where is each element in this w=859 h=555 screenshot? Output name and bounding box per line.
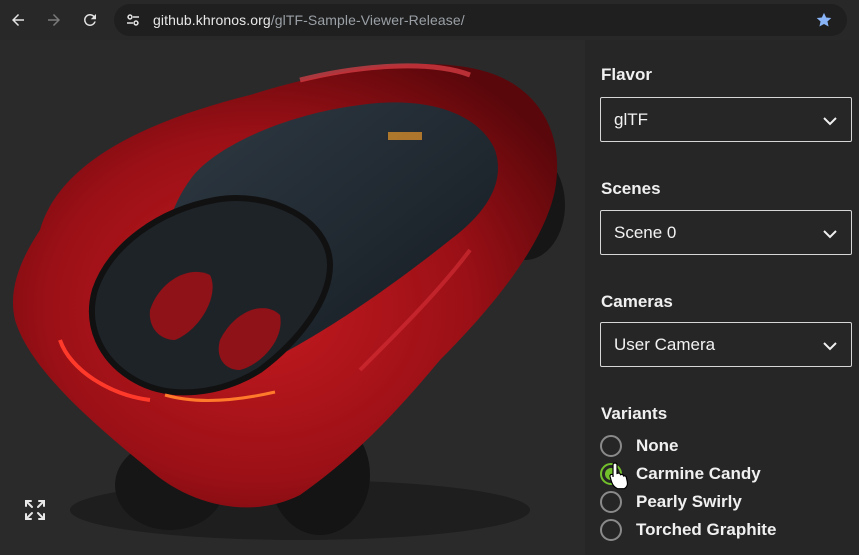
radio-button[interactable]	[600, 519, 622, 541]
model-viewport[interactable]	[0, 40, 585, 555]
variant-option-pearly-swirly[interactable]: Pearly Swirly	[600, 490, 850, 514]
flavor-select[interactable]: glTF	[600, 97, 852, 142]
forward-button[interactable]	[41, 7, 67, 33]
back-button[interactable]	[5, 7, 31, 33]
radio-button[interactable]	[600, 435, 622, 457]
radio-button[interactable]	[600, 491, 622, 513]
scenes-label: Scenes	[601, 179, 661, 198]
cameras-label: Cameras	[601, 292, 673, 311]
reload-icon	[84, 13, 96, 26]
scenes-select[interactable]: Scene 0	[600, 210, 852, 255]
url-path: /glTF-Sample-Viewer-Release/	[270, 12, 465, 28]
arrow-right-icon	[48, 14, 60, 26]
variant-label: Pearly Swirly	[636, 492, 742, 511]
variant-option-torched-graphite[interactable]: Torched Graphite	[600, 518, 850, 542]
scenes-select-value: Scene 0	[614, 223, 677, 242]
flavor-select-value: glTF	[614, 110, 648, 129]
browser-toolbar: github.khronos.org/glTF-Sample-Viewer-Re…	[0, 0, 859, 40]
variant-option-none[interactable]: None	[600, 434, 850, 458]
chevron-down-icon	[823, 230, 837, 239]
site-info-button[interactable]	[124, 11, 142, 29]
expand-icon	[25, 500, 45, 520]
address-bar[interactable]: github.khronos.org/glTF-Sample-Viewer-Re…	[114, 4, 847, 36]
url-text[interactable]: github.khronos.org/glTF-Sample-Viewer-Re…	[153, 12, 465, 28]
fullscreen-button[interactable]	[22, 497, 48, 523]
chevron-down-icon	[823, 117, 837, 126]
flavor-label: Flavor	[601, 65, 653, 84]
variant-label: None	[636, 436, 679, 455]
variant-option-carmine-candy[interactable]: Carmine Candy	[600, 462, 850, 486]
chevron-down-icon	[823, 342, 837, 351]
variant-label: Torched Graphite	[636, 520, 777, 539]
car-model-render	[12, 63, 565, 540]
variant-label: Carmine Candy	[636, 464, 761, 483]
tune-icon	[127, 14, 139, 26]
reload-button[interactable]	[77, 7, 103, 33]
hand-cursor-icon	[609, 462, 629, 490]
variants-label: Variants	[601, 404, 668, 423]
star-icon[interactable]	[815, 11, 833, 29]
cameras-select[interactable]: User Camera	[600, 322, 852, 367]
cameras-select-value: User Camera	[614, 335, 716, 354]
arrow-left-icon	[12, 14, 24, 26]
url-host: github.khronos.org	[153, 12, 271, 28]
